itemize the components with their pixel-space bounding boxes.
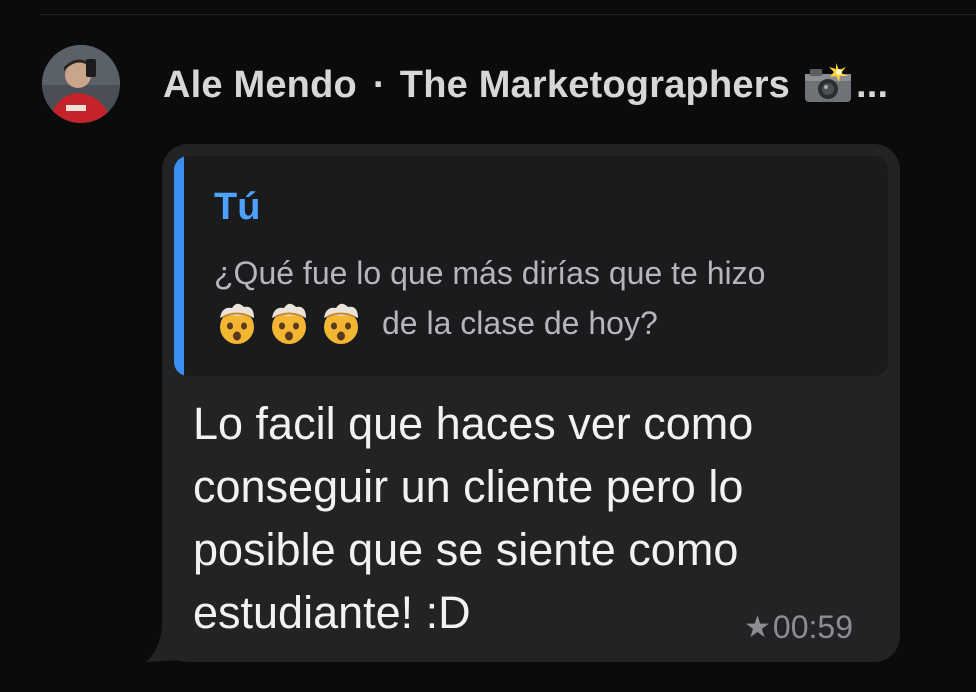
exploding-head-emoji bbox=[214, 300, 260, 346]
quote-text-line2: de la clase de hoy? bbox=[382, 305, 658, 341]
chat-screen: Ale Mendo · The Marketographers ... Tú ¿… bbox=[0, 0, 976, 692]
truncation-ellipsis: ... bbox=[856, 63, 889, 106]
avatar[interactable] bbox=[42, 45, 120, 123]
sender-name[interactable]: Ale Mendo bbox=[163, 64, 357, 107]
quote-text-line2-row: de la clase de hoy? bbox=[214, 298, 874, 348]
quote-text-line1: ¿Qué fue lo que más dirías que te hizo bbox=[214, 255, 766, 291]
star-icon: ★ bbox=[744, 611, 771, 644]
exploding-head-emoji bbox=[266, 300, 312, 346]
exploding-head-emoji bbox=[318, 300, 364, 346]
message-body: Lo facil que haces ver como conseguir un… bbox=[193, 392, 873, 644]
quote-text: ¿Qué fue lo que más dirías que te hizo d… bbox=[214, 248, 874, 348]
message-meta: ★ 00:59 bbox=[744, 609, 853, 646]
chat-header: Ale Mendo · The Marketographers ... bbox=[163, 62, 963, 108]
quote-accent-bar bbox=[174, 156, 184, 376]
group-name[interactable]: The Marketographers bbox=[400, 64, 790, 107]
avatar-photo bbox=[42, 45, 120, 123]
message-line: conseguir un cliente pero lo bbox=[193, 461, 744, 512]
message-time: 00:59 bbox=[772, 609, 853, 645]
reply-quote[interactable]: Tú ¿Qué fue lo que más dirías que te hiz… bbox=[174, 156, 888, 376]
camera-flash-icon bbox=[802, 62, 854, 104]
header-separator: · bbox=[372, 63, 386, 106]
message-line: Lo facil que haces ver como bbox=[193, 398, 754, 449]
quote-author: Tú bbox=[214, 186, 261, 228]
divider bbox=[40, 14, 976, 15]
message-line: posible que se siente como bbox=[193, 524, 739, 575]
